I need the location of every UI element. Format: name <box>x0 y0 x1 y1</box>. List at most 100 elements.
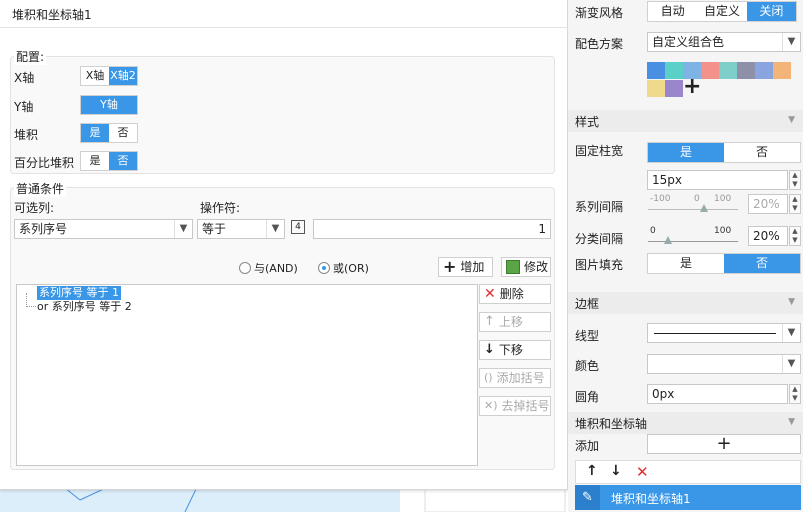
image-fill-no[interactable]: 否 <box>724 254 800 273</box>
color-swatches[interactable]: + <box>647 62 793 99</box>
xaxis-option-2[interactable]: X轴2 <box>109 67 137 85</box>
gradient-auto[interactable]: 自动 <box>648 2 697 21</box>
gradient-custom[interactable]: 自定义 <box>697 2 746 21</box>
stack-list-item[interactable]: ✎ 堆积和坐标轴1 <box>575 485 801 510</box>
operator-select-value: 等于 <box>202 222 227 236</box>
arrow-down-icon[interactable]: ↓ <box>610 463 622 479</box>
series-gap-label: 系列间隔 <box>575 200 624 214</box>
percent-stack-yes[interactable]: 是 <box>81 152 109 170</box>
slider-thumb[interactable] <box>700 204 708 212</box>
percent-stack-no[interactable]: 否 <box>109 152 137 170</box>
color-select[interactable]: ▼ <box>647 354 801 374</box>
column-label: 可选列: <box>14 201 55 215</box>
radio-checked-icon <box>318 262 330 274</box>
category-gap-value: 20% <box>753 229 780 243</box>
category-gap-tick-max: 100 <box>714 226 732 236</box>
series-gap-input[interactable]: 20% <box>748 194 788 214</box>
radius-input[interactable]: 0px <box>647 384 788 404</box>
column-select[interactable]: 系列序号 ▼ <box>14 219 193 239</box>
color-scheme-select[interactable]: 自定义组合色 ▼ <box>647 32 801 52</box>
color-swatch[interactable] <box>701 62 719 79</box>
color-swatch[interactable] <box>665 80 683 97</box>
stack-no[interactable]: 否 <box>109 124 137 142</box>
close-icon[interactable]: ✕ <box>636 463 649 481</box>
move-up-button[interactable]: ↑ 上移 <box>479 312 551 332</box>
add-condition-button[interactable]: + 增加 <box>438 257 493 277</box>
stack-yes[interactable]: 是 <box>81 124 109 142</box>
add-condition-label: 增加 <box>460 260 485 274</box>
fixed-width-toggle[interactable]: 是 否 <box>647 142 801 163</box>
list-item[interactable]: or 系列序号 等于 2 <box>37 300 132 314</box>
border-section-header[interactable]: 边框 ▼ <box>568 292 803 314</box>
condition-value-input[interactable]: 1 <box>313 219 551 239</box>
chevron-down-icon: ▼ <box>782 33 800 51</box>
color-swatch[interactable] <box>773 62 791 79</box>
add-stack-button[interactable]: + <box>647 434 801 454</box>
color-swatch[interactable] <box>665 62 683 79</box>
operator-select[interactable]: 等于 ▼ <box>197 219 285 239</box>
remove-bracket-label: 去掉括号 <box>501 399 550 413</box>
and-radio-label: 与(AND) <box>254 262 298 275</box>
series-gap-tick-min: -100 <box>650 194 671 204</box>
yaxis-toggle[interactable]: Y轴 <box>80 95 138 115</box>
series-gap-spinner[interactable]: ▲ ▼ <box>789 194 801 214</box>
add-bracket-label: 添加括号 <box>496 371 545 385</box>
delete-button[interactable]: ✕ 删除 <box>479 284 551 304</box>
series-gap-slider[interactable]: -100 0 100 <box>648 194 744 216</box>
category-gap-spinner[interactable]: ▲ ▼ <box>789 226 801 246</box>
color-swatch[interactable] <box>755 62 773 79</box>
image-fill-toggle[interactable]: 是 否 <box>647 253 801 274</box>
remove-bracket-button[interactable]: ✕) 去掉括号 <box>479 396 551 416</box>
yaxis-option[interactable]: Y轴 <box>81 96 137 114</box>
chevron-down-icon: ▼ <box>266 220 284 238</box>
and-radio[interactable]: 与(AND) <box>239 260 298 276</box>
slider-thumb[interactable] <box>664 236 672 244</box>
color-swatch[interactable] <box>737 62 755 79</box>
modify-condition-button[interactable]: 修改 <box>501 257 551 277</box>
collapse-icon: ▼ <box>788 115 795 125</box>
gradient-toggle[interactable]: 自动 自定义 关闭 <box>647 1 797 22</box>
color-swatch[interactable] <box>719 62 737 79</box>
image-fill-yes[interactable]: 是 <box>648 254 724 273</box>
list-item[interactable]: 系列序号 等于 1 <box>37 286 121 300</box>
percent-stack-toggle[interactable]: 是 否 <box>80 151 138 171</box>
or-radio-label: 或(OR) <box>333 262 369 275</box>
xaxis-option-1[interactable]: X轴 <box>81 67 109 85</box>
color-swatch[interactable] <box>647 62 665 79</box>
radio-unchecked-icon <box>239 262 251 274</box>
stack-section-header[interactable]: 堆积和坐标轴 ▼ <box>568 412 803 434</box>
width-input[interactable]: 15px <box>647 170 788 190</box>
width-spinner[interactable]: ▲ ▼ <box>789 170 801 190</box>
category-gap-input[interactable]: 20% <box>748 226 788 246</box>
stack-toggle[interactable]: 是 否 <box>80 123 138 143</box>
dialog-title: 堆积和坐标轴1 <box>0 0 568 28</box>
properties-panel: 渐变风格 自动 自定义 关闭 配色方案 自定义组合色 ▼ + 样式 ▼ 固定柱宽… <box>568 0 803 512</box>
style-section-header[interactable]: 样式 ▼ <box>568 110 803 132</box>
xaxis-label: X轴 <box>14 71 35 85</box>
add-color-icon[interactable]: + <box>683 76 701 98</box>
edit-icon[interactable]: ✎ <box>575 485 600 510</box>
arrow-up-icon[interactable]: ↑ <box>586 463 598 479</box>
add-label: 添加 <box>575 439 600 453</box>
move-down-button[interactable]: ↓ 下移 <box>479 340 551 360</box>
category-gap-slider[interactable]: 0 100 <box>648 226 744 248</box>
column-select-value: 系列序号 <box>19 222 68 236</box>
gradient-off[interactable]: 关闭 <box>746 2 796 21</box>
line-type-select[interactable]: ▼ <box>647 323 801 343</box>
modify-icon <box>506 260 520 274</box>
remove-bracket-icon: ✕) <box>484 399 498 412</box>
chevron-down-icon: ▼ <box>782 355 800 373</box>
fixed-width-yes[interactable]: 是 <box>648 143 724 162</box>
or-radio[interactable]: 或(OR) <box>318 260 369 276</box>
add-bracket-button[interactable]: () 添加括号 <box>479 368 551 388</box>
color-label: 颜色 <box>575 359 600 373</box>
radius-spinner[interactable]: ▲ ▼ <box>789 384 801 404</box>
formula-icon[interactable]: 4 <box>291 219 311 239</box>
color-swatch[interactable] <box>647 80 665 97</box>
condition-list[interactable]: 系列序号 等于 1 or 系列序号 等于 2 <box>16 284 478 466</box>
delete-label: 删除 <box>499 287 524 301</box>
xaxis-toggle[interactable]: X轴 X轴2 <box>80 66 138 86</box>
stack-section-title: 堆积和坐标轴 <box>575 417 648 431</box>
fixed-width-no[interactable]: 否 <box>724 143 800 162</box>
modify-condition-label: 修改 <box>524 260 549 274</box>
